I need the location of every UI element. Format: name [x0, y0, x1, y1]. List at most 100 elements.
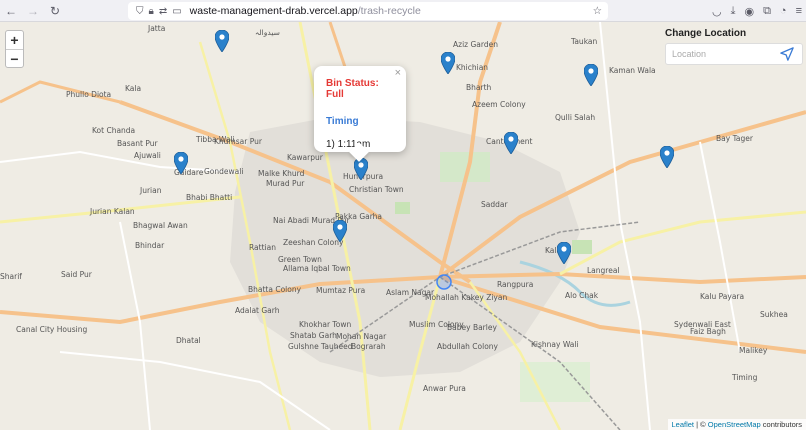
place-label: Shatab Garh [290, 331, 337, 340]
place-label: Rattian [249, 243, 276, 252]
place-label: Murad Pur [266, 179, 305, 188]
place-label: Bhindar [135, 241, 165, 250]
place-label: Sharif [0, 272, 22, 281]
bin-popup: × Bin Status: Full Timing 1) 1:11am [314, 66, 406, 162]
zoom-in-button[interactable]: + [6, 31, 23, 49]
sync-icon[interactable]: ◔ [780, 5, 787, 17]
place-label: Ajuwali [134, 151, 161, 160]
place-label: Mohallah Kakey Ziyan [425, 293, 508, 302]
place-label: Kishnay Wali [531, 340, 579, 349]
map-pin-icon[interactable] [214, 29, 230, 53]
popup-close-button[interactable]: × [395, 67, 401, 79]
zoom-out-button[interactable]: − [6, 49, 23, 67]
forward-icon[interactable]: → [22, 0, 44, 22]
place-label: Jurian [140, 186, 162, 195]
place-label: Khokhar Town [299, 320, 352, 329]
place-label: Sydenwali East [674, 320, 731, 329]
place-label: Abdullah Colony [437, 342, 498, 351]
bookmark-star-icon[interactable]: ☆ [593, 5, 602, 17]
place-label: Rangpura [497, 280, 534, 289]
url-path: /trash-recycle [357, 5, 421, 17]
zoom-control: + − [5, 30, 24, 68]
place-label: Bhatta Colony [248, 285, 302, 294]
place-label: Khichian [456, 63, 489, 72]
place-label: Kaman Wala [609, 66, 656, 75]
place-label: Kalu Payara [700, 292, 745, 301]
place-label: Kot Chanda [92, 126, 136, 135]
lock-icon: 🔒︎ [148, 5, 154, 17]
place-label: Anwar Pura [423, 384, 466, 393]
shield-icon: ⛉ [136, 5, 144, 17]
osm-link[interactable]: OpenStreetMap [708, 420, 761, 429]
place-label: Khumsar Pur [214, 137, 262, 146]
place-label: Jurian Kalan [90, 207, 135, 216]
url-host: waste-management-drab.vercel.app [189, 5, 358, 17]
place-label: Allama Iqbal Town [283, 264, 351, 273]
place-label: Taukan [571, 37, 598, 46]
place-label: Bhagwal Awan [133, 221, 188, 230]
place-label: Bograrah [351, 342, 386, 351]
map-pin-icon[interactable] [503, 131, 519, 155]
place-label: Malikey [739, 346, 768, 355]
place-label: Bharth [466, 83, 492, 92]
place-label: Sukhea [760, 310, 788, 319]
map-pin-icon[interactable] [440, 51, 456, 75]
place-label: Bay Tager [716, 134, 753, 143]
map-pin-icon[interactable] [583, 63, 599, 87]
timing-title: Timing [326, 116, 359, 127]
place-label: Mumtaz Pura [316, 286, 366, 295]
bin-status: Bin Status: Full [326, 78, 379, 100]
place-label: Mohan Nagar [336, 332, 387, 341]
change-location-title: Change Location [665, 28, 747, 39]
place-label: Adalat Garh [235, 306, 280, 315]
reload-icon[interactable]: ↻ [44, 0, 66, 22]
place-label: Basant Pur [117, 139, 158, 148]
place-label: Alo Chak [565, 291, 599, 300]
place-label: Green Town [278, 255, 322, 264]
map-pin-icon[interactable] [332, 219, 348, 243]
permissions-icon: ⇄ [158, 5, 168, 17]
browser-toolbar: ← → ↻ ⛉ 🔒︎ ⇄ ▭ waste-management-drab.ver… [0, 0, 806, 22]
place-label: Bhabi Bhatti [186, 193, 233, 202]
place-label: Langreal [587, 266, 620, 275]
map-pin-icon[interactable] [353, 157, 369, 181]
place-label: Qulli Salah [555, 113, 596, 122]
account-icon[interactable]: ◉ [744, 5, 754, 18]
place-label: Christian Town [349, 185, 404, 194]
map-pin-icon[interactable] [173, 151, 189, 175]
place-label: Jatta [148, 24, 166, 33]
extensions-icon[interactable]: ⧉ [763, 5, 771, 18]
place-label: Azeem Colony [472, 100, 526, 109]
place-label: Kala [125, 84, 142, 93]
place-label: Muslim Colony [409, 320, 464, 329]
place-label: Malke Khurd [258, 169, 305, 178]
place-label: سیدوالہ [255, 28, 280, 37]
change-location-panel: Change Location [665, 28, 803, 65]
camera-icon: ▭ [172, 5, 182, 17]
place-label: Gulshne Tauheed [288, 342, 353, 351]
back-icon[interactable]: ← [0, 0, 22, 22]
map-view[interactable]: Jatta سیدوالہ Aziz Garden Taukan Kala Phullo … [0, 22, 806, 430]
attribution-suffix: contributors [760, 420, 802, 429]
map-pin-icon[interactable] [659, 145, 675, 169]
place-label: Gondewali [204, 167, 244, 176]
place-label: Phullo Diota [66, 90, 112, 99]
place-label: Timing [732, 373, 758, 382]
place-label: Aziz Garden [453, 40, 498, 49]
place-label: Canal City Housing [16, 325, 88, 334]
location-input-box [665, 43, 803, 65]
download-icon[interactable]: ⤓ [731, 5, 736, 18]
place-label: Kawarpur [287, 153, 323, 162]
attribution-separator: | © [694, 420, 708, 429]
place-label: Saddar [481, 200, 508, 209]
location-input[interactable] [672, 49, 780, 59]
place-label: Said Pur [61, 270, 92, 279]
map-pin-icon[interactable] [556, 241, 572, 265]
send-icon[interactable] [780, 47, 794, 61]
map-attribution: Leaflet | © OpenStreetMap contributors [667, 419, 806, 430]
address-bar[interactable]: ⛉ 🔒︎ ⇄ ▭ waste-management-drab.vercel.ap… [128, 2, 608, 20]
pocket-icon[interactable]: ◡ [712, 5, 722, 18]
place-label: Dhatal [176, 336, 201, 345]
leaflet-link[interactable]: Leaflet [672, 420, 695, 429]
menu-icon[interactable]: ≡ [796, 5, 802, 17]
